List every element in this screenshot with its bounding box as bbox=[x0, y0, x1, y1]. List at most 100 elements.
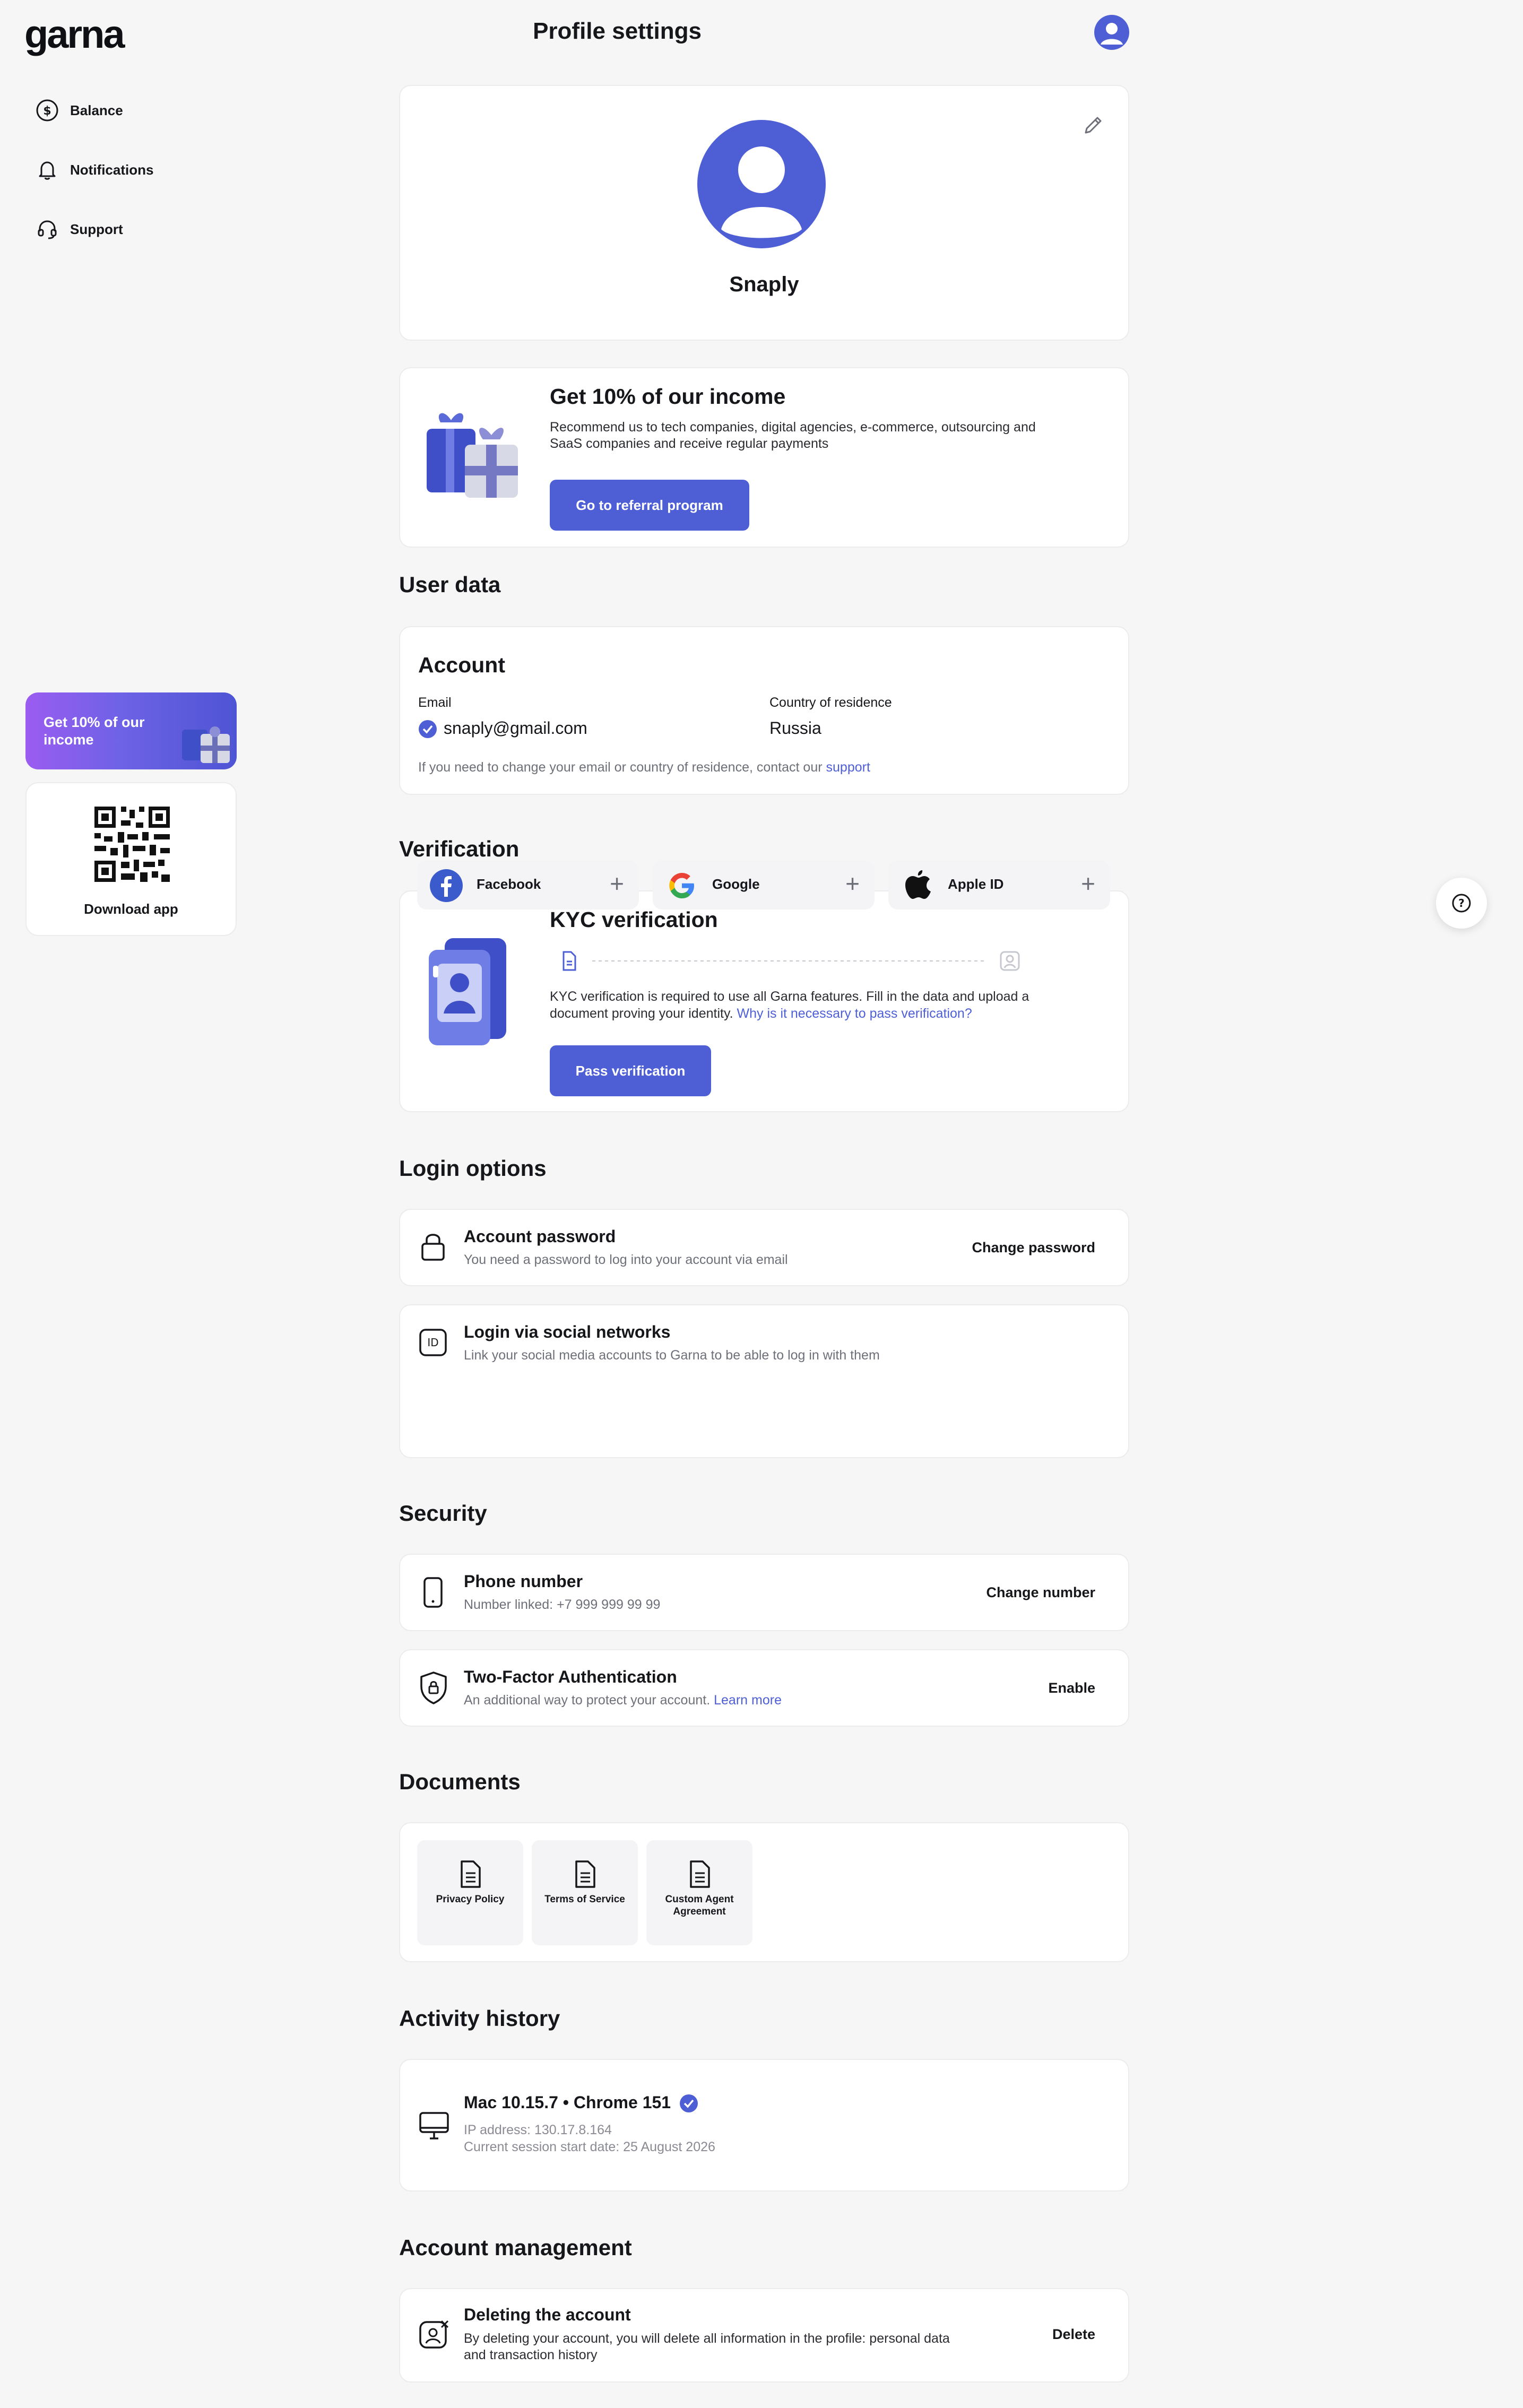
user-remove-icon bbox=[419, 2320, 449, 2349]
facebook-connect-button[interactable]: Facebook + bbox=[417, 861, 639, 910]
country-label: Country of residence bbox=[769, 695, 892, 710]
session-ip: IP address: 130.17.8.164 bbox=[464, 2123, 612, 2137]
apple-icon bbox=[905, 870, 931, 899]
google-icon bbox=[669, 873, 694, 898]
svg-text:$: $ bbox=[43, 105, 51, 118]
phone-number-row: Phone number Number linked: +7 999 999 9… bbox=[399, 1554, 1129, 1631]
download-app-card[interactable]: Download app bbox=[25, 782, 237, 936]
email-label: Email bbox=[418, 695, 452, 710]
delete-desc-line: and transaction history bbox=[464, 2348, 598, 2362]
social-login-card: ID Login via social networks Link your s… bbox=[399, 1304, 1129, 1458]
session-details: IP address: 130.17.8.164 Current session… bbox=[464, 2121, 715, 2155]
section-title-login-options: Login options bbox=[399, 1156, 547, 1181]
change-password-button[interactable]: Change password bbox=[972, 1240, 1095, 1256]
pencil-edit-icon[interactable] bbox=[1080, 112, 1106, 138]
country-value: Russia bbox=[769, 718, 821, 738]
account-card: Account Email snaply@gmail.com Country o… bbox=[399, 626, 1129, 795]
help-button[interactable]: ? bbox=[1436, 878, 1487, 929]
custom-agent-agreement-document[interactable]: Custom Agent Agreement bbox=[646, 1840, 752, 1945]
document-label: Privacy Policy bbox=[436, 1894, 505, 1905]
section-title-user-data: User data bbox=[399, 572, 501, 597]
plus-icon: + bbox=[1081, 870, 1095, 897]
session-device: Mac 10.15.7 • Chrome 151 bbox=[464, 2093, 671, 2112]
activity-session-card: Mac 10.15.7 • Chrome 151 IP address: 130… bbox=[399, 2059, 1129, 2192]
headset-icon bbox=[38, 220, 57, 239]
two-factor-desc-text: An additional way to protect your accoun… bbox=[464, 1693, 711, 1708]
kyc-desc-line-2: document proving your identity. Why is i… bbox=[550, 1005, 1029, 1022]
sidebar-item-label: Notifications bbox=[70, 161, 154, 178]
terms-of-service-document[interactable]: Terms of Service bbox=[532, 1840, 638, 1945]
password-description: You need a password to log into your acc… bbox=[464, 1252, 788, 1267]
facebook-label: Facebook bbox=[477, 876, 541, 892]
delete-desc-line: By deleting your account, you will delet… bbox=[464, 2331, 950, 2346]
enable-two-factor-button[interactable]: Enable bbox=[1048, 1680, 1095, 1696]
sidebar-item-balance[interactable]: $ Balance bbox=[35, 91, 123, 129]
profile-name: Snaply bbox=[729, 273, 799, 296]
referral-desc-line: SaaS companies and receive regular payme… bbox=[550, 436, 829, 451]
user-avatar-icon bbox=[1101, 23, 1123, 45]
two-factor-row: Two-Factor Authentication An additional … bbox=[399, 1649, 1129, 1727]
sidebar-item-support[interactable]: Support bbox=[35, 210, 123, 248]
id-document-icon bbox=[429, 938, 506, 1045]
qr-code-icon bbox=[94, 807, 170, 882]
profile-card: Snaply bbox=[399, 85, 1129, 341]
gift-boxes-icon bbox=[427, 413, 518, 498]
document-icon bbox=[461, 1860, 481, 1888]
apple-id-label: Apple ID bbox=[948, 876, 1004, 892]
sidebar-item-notifications[interactable]: Notifications bbox=[35, 151, 153, 189]
account-note-text: If you need to change your email or coun… bbox=[418, 760, 823, 775]
account-password-row: Account password You need a password to … bbox=[399, 1209, 1129, 1286]
delete-account-row: Deleting the account By deleting your ac… bbox=[399, 2288, 1129, 2383]
account-note: If you need to change your email or coun… bbox=[418, 760, 870, 775]
sidebar-item-label: Balance bbox=[70, 102, 123, 118]
lock-icon bbox=[421, 1234, 445, 1261]
password-title: Account password bbox=[464, 1227, 616, 1246]
sidebar-item-label: Support bbox=[70, 221, 123, 237]
apple-id-connect-button[interactable]: Apple ID + bbox=[888, 861, 1110, 910]
svg-text:?: ? bbox=[1458, 897, 1465, 910]
kyc-desc-text: document proving your identity. bbox=[550, 1006, 733, 1021]
privacy-policy-document[interactable]: Privacy Policy bbox=[417, 1840, 523, 1945]
promo-text: Get 10% of our income bbox=[44, 714, 145, 748]
phone-title: Phone number bbox=[464, 1572, 583, 1591]
kyc-why-link[interactable]: Why is it necessary to pass verification… bbox=[737, 1006, 972, 1021]
delete-account-title: Deleting the account bbox=[464, 2305, 631, 2324]
social-login-title: Login via social networks bbox=[464, 1322, 671, 1341]
delete-account-description: By deleting your account, you will delet… bbox=[464, 2331, 950, 2363]
smartphone-icon bbox=[423, 1577, 443, 1608]
delete-account-button[interactable]: Delete bbox=[1052, 2326, 1095, 2343]
section-title-security: Security bbox=[399, 1501, 487, 1526]
question-circle-icon: ? bbox=[1452, 894, 1471, 913]
document-label: Terms of Service bbox=[544, 1894, 625, 1905]
phone-description: Number linked: +7 999 999 99 99 bbox=[464, 1597, 661, 1612]
google-label: Google bbox=[712, 876, 760, 892]
pass-verification-button[interactable]: Pass verification bbox=[550, 1045, 711, 1096]
gift-icon bbox=[182, 726, 230, 763]
verified-check-icon bbox=[680, 2094, 698, 2112]
user-avatar-button[interactable] bbox=[1094, 15, 1129, 50]
referral-description: Recommend us to tech companies, digital … bbox=[550, 419, 1036, 452]
two-factor-title: Two-Factor Authentication bbox=[464, 1667, 677, 1686]
kyc-progress bbox=[563, 951, 1020, 971]
monitor-icon bbox=[419, 2112, 449, 2140]
selfie-step-icon bbox=[1000, 951, 1020, 971]
section-title-verification: Verification bbox=[399, 836, 520, 861]
referral-card: Get 10% of our income Recommend us to te… bbox=[399, 367, 1129, 548]
plus-icon: + bbox=[610, 870, 624, 897]
kyc-desc-line: KYC verification is required to use all … bbox=[550, 989, 1029, 1004]
plus-icon: + bbox=[845, 870, 860, 897]
google-connect-button[interactable]: Google + bbox=[653, 861, 875, 910]
sidebar-promo-card[interactable]: Get 10% of our income bbox=[25, 692, 237, 769]
download-app-label: Download app bbox=[84, 901, 178, 917]
dollar-circle-icon: $ bbox=[36, 99, 58, 122]
bell-icon bbox=[39, 161, 56, 180]
kyc-card: KYC verification KYC verification is req… bbox=[399, 890, 1129, 1112]
learn-more-link[interactable]: Learn more bbox=[714, 1693, 782, 1708]
change-number-button[interactable]: Change number bbox=[986, 1584, 1095, 1601]
section-title-activity-history: Activity history bbox=[399, 2006, 560, 2031]
facebook-icon bbox=[430, 869, 463, 902]
email-value: snaply@gmail.com bbox=[444, 718, 587, 738]
support-link[interactable]: support bbox=[826, 760, 870, 775]
referral-program-button[interactable]: Go to referral program bbox=[550, 480, 749, 531]
referral-title: Get 10% of our income bbox=[550, 384, 786, 409]
